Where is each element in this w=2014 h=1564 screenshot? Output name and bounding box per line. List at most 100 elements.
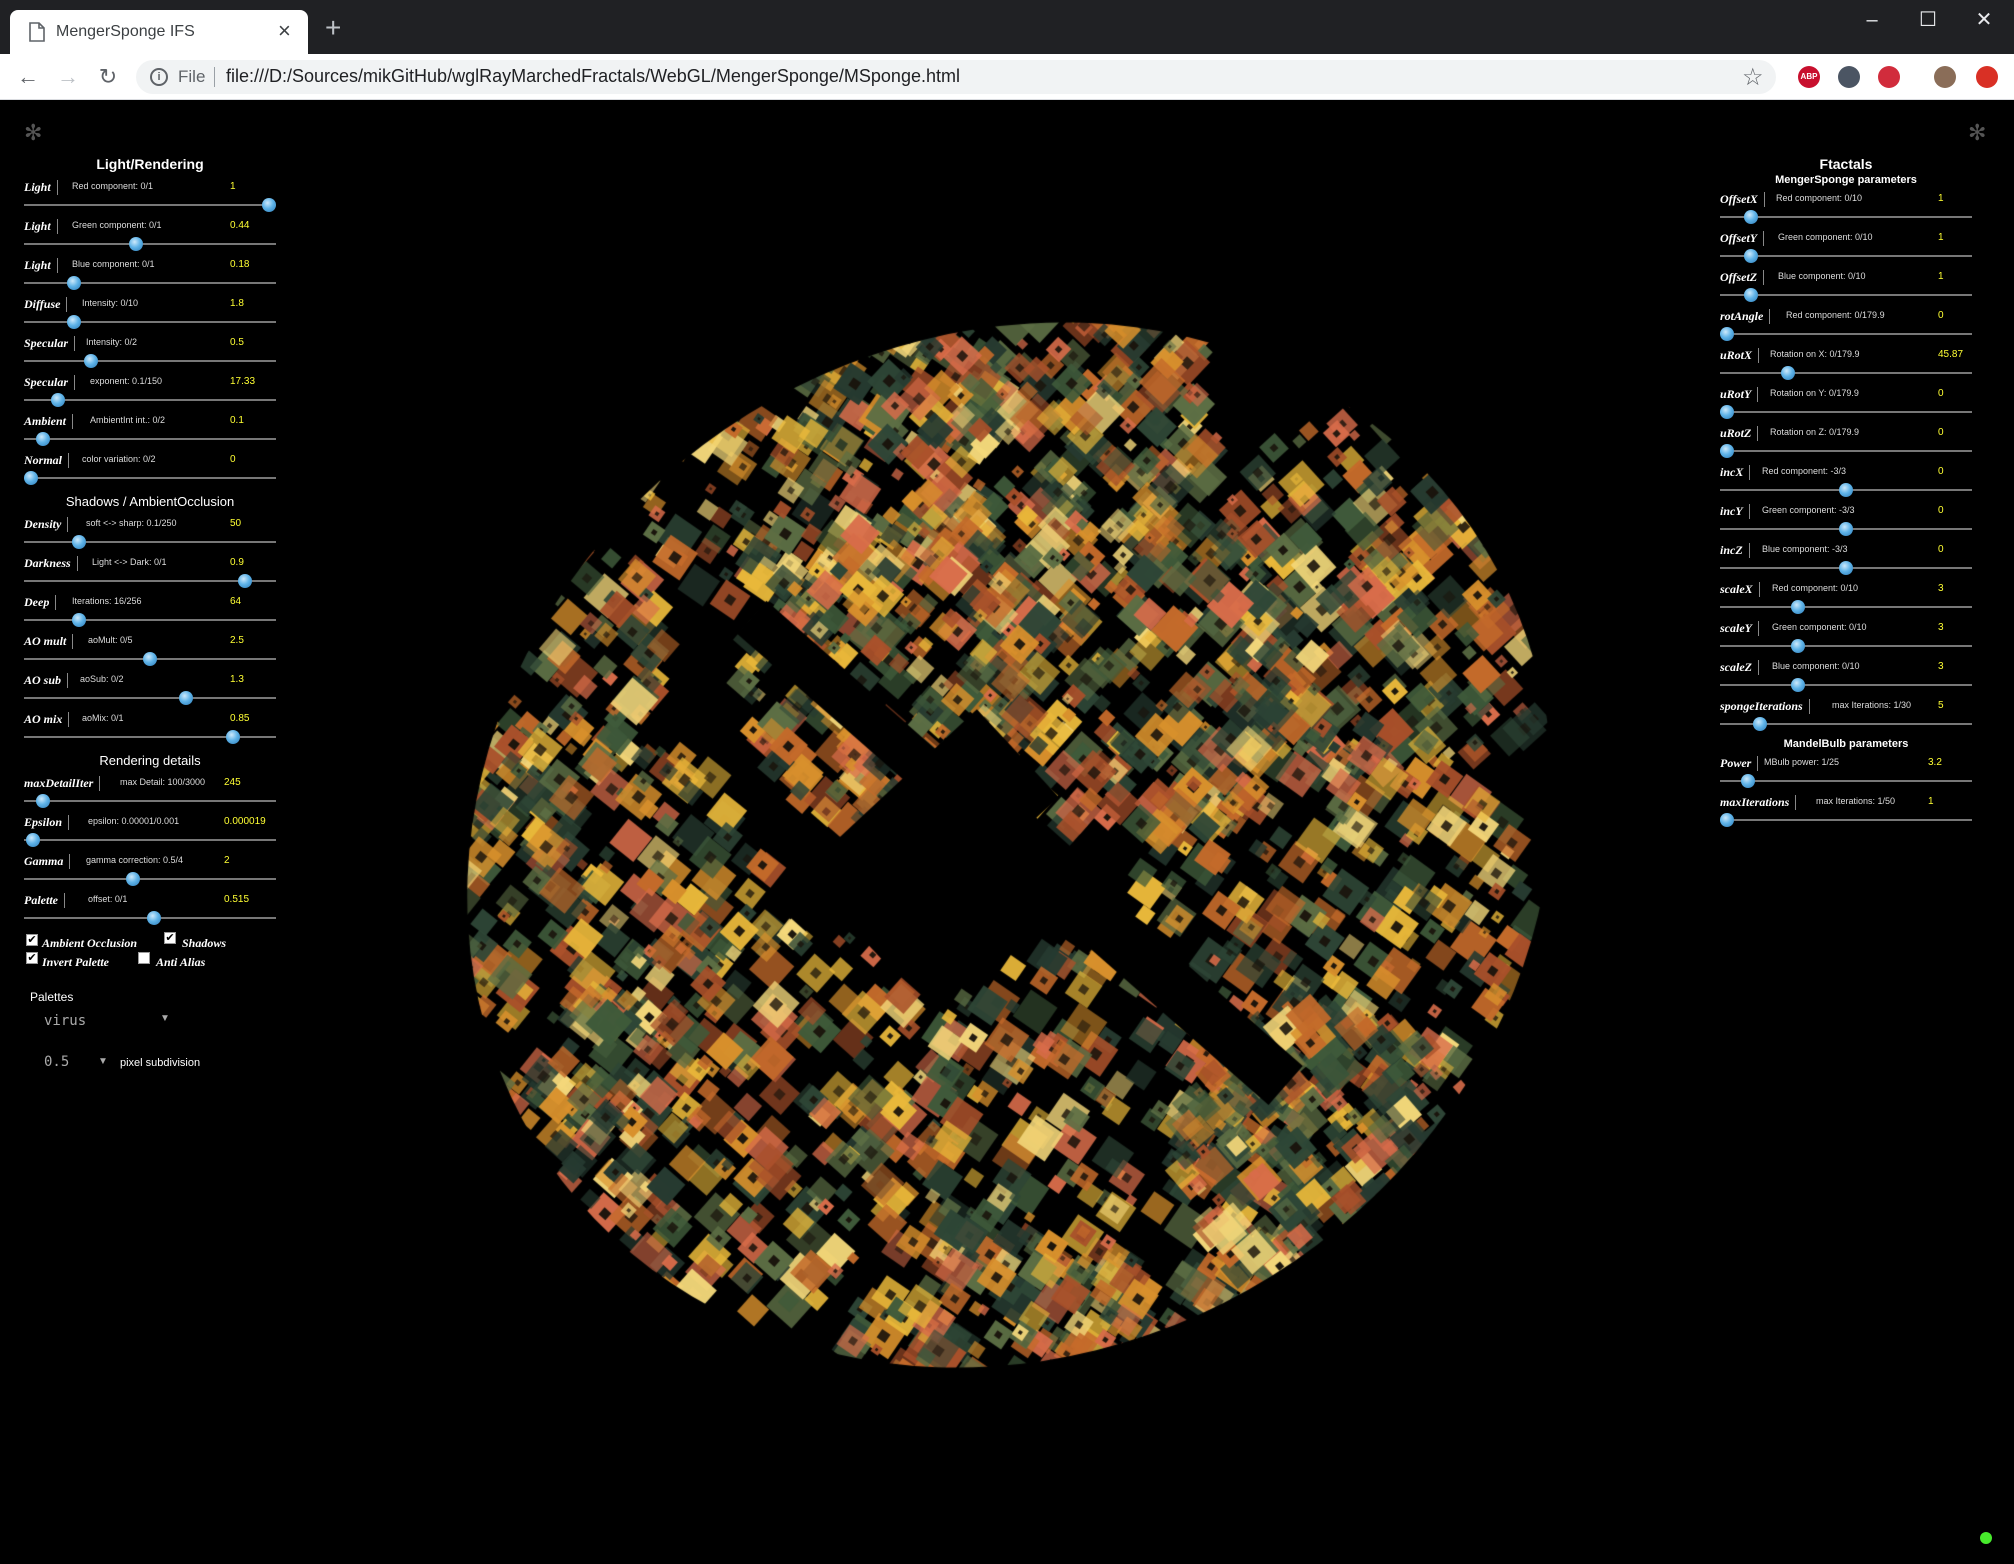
slider-track[interactable] bbox=[1720, 294, 1972, 296]
slider-track[interactable] bbox=[24, 878, 276, 880]
slider-thumb[interactable] bbox=[1780, 366, 1795, 380]
url-text[interactable]: file:///D:/Sources/mikGitHub/wglRayMarch… bbox=[226, 66, 960, 87]
maximize-icon[interactable]: ☐ bbox=[1908, 8, 1948, 32]
slider-thumb[interactable] bbox=[226, 730, 241, 744]
site-info-icon[interactable]: i bbox=[150, 68, 168, 86]
slider-track[interactable] bbox=[24, 477, 276, 479]
slider-thumb[interactable] bbox=[146, 911, 161, 925]
slider-thumb[interactable] bbox=[1743, 210, 1758, 224]
update-icon[interactable] bbox=[1976, 66, 1998, 88]
slider-thumb[interactable] bbox=[1791, 600, 1806, 614]
fractal-canvas[interactable] bbox=[0, 100, 2014, 1564]
slider-thumb[interactable] bbox=[178, 691, 193, 705]
palette-select[interactable]: virus bbox=[44, 1013, 174, 1033]
slider-track[interactable] bbox=[24, 438, 276, 440]
slider-thumb[interactable] bbox=[128, 237, 143, 251]
param-description: Intensity: 0/10 bbox=[82, 298, 139, 308]
new-tab-icon[interactable]: + bbox=[325, 14, 341, 42]
slider-track[interactable] bbox=[1720, 819, 1972, 821]
reload-icon[interactable]: ↻ bbox=[94, 63, 122, 91]
slider-track[interactable] bbox=[24, 800, 276, 802]
slider-thumb[interactable] bbox=[1791, 639, 1806, 653]
slider-track[interactable] bbox=[24, 204, 276, 206]
slider-thumb[interactable] bbox=[66, 315, 81, 329]
slider-thumb[interactable] bbox=[126, 872, 141, 886]
slider-thumb[interactable] bbox=[1720, 405, 1734, 419]
slider-track[interactable] bbox=[1720, 780, 1972, 782]
slider-thumb[interactable] bbox=[262, 198, 276, 212]
slider-thumb[interactable] bbox=[35, 432, 50, 446]
left-settings-icon[interactable]: ✻ bbox=[24, 120, 42, 146]
param-description: gamma correction: 0.5/4 bbox=[86, 855, 184, 865]
close-window-icon[interactable]: ✕ bbox=[1964, 8, 2004, 32]
slider-track[interactable] bbox=[24, 839, 276, 841]
pocket-icon[interactable] bbox=[1878, 66, 1900, 88]
slider-thumb[interactable] bbox=[1741, 774, 1756, 788]
slider-thumb[interactable] bbox=[1743, 288, 1758, 302]
close-tab-icon[interactable]: × bbox=[278, 19, 291, 43]
slider-thumb[interactable] bbox=[143, 652, 157, 666]
slider-thumb[interactable] bbox=[1791, 678, 1806, 692]
slider-thumb[interactable] bbox=[1839, 522, 1853, 536]
slider-track[interactable] bbox=[1720, 333, 1972, 335]
param-row: Light Green component: 0/1 0.44 bbox=[24, 217, 276, 256]
slider-thumb[interactable] bbox=[1839, 561, 1853, 575]
slider-track[interactable] bbox=[24, 541, 276, 543]
forward-icon[interactable]: → bbox=[54, 63, 82, 91]
slider-thumb[interactable] bbox=[1720, 327, 1734, 341]
subdivision-dropdown-icon[interactable]: ▼ bbox=[98, 1056, 108, 1067]
ambient-occlusion-checkbox[interactable]: ✔ bbox=[26, 934, 38, 946]
slider-track[interactable] bbox=[24, 619, 276, 621]
param-name: scaleZ bbox=[1720, 660, 1759, 675]
browser-tab[interactable]: MengerSponge IFS × bbox=[10, 10, 308, 54]
subdivision-select[interactable]: 0.5 bbox=[44, 1054, 69, 1070]
slider-track[interactable] bbox=[24, 360, 276, 362]
avatar-icon[interactable] bbox=[1934, 66, 1956, 88]
screen-reader-icon[interactable] bbox=[1838, 66, 1860, 88]
slider-track[interactable] bbox=[1720, 216, 1972, 218]
slider-track[interactable] bbox=[1720, 372, 1972, 374]
slider-track[interactable] bbox=[1720, 645, 1972, 647]
slider-thumb[interactable] bbox=[1743, 249, 1758, 263]
subdivision-label: pixel subdivision bbox=[120, 1057, 201, 1069]
slider-thumb[interactable] bbox=[1753, 717, 1768, 731]
slider-thumb[interactable] bbox=[1839, 483, 1853, 497]
param-row: Ambient AmbientInt int.: 0/2 0.1 bbox=[24, 412, 276, 451]
slider-track[interactable] bbox=[24, 282, 276, 284]
anti-alias-checkbox[interactable] bbox=[138, 952, 150, 964]
page-icon bbox=[29, 22, 45, 42]
shadows-checkbox[interactable]: ✔ bbox=[164, 932, 176, 944]
page-content: ✻ ✻ Light/Rendering Light Red component: … bbox=[0, 100, 2014, 1564]
invert-palette-checkbox[interactable]: ✔ bbox=[26, 952, 38, 964]
right-settings-icon[interactable]: ✻ bbox=[1968, 120, 1986, 146]
slider-thumb[interactable] bbox=[24, 471, 38, 485]
slider-thumb[interactable] bbox=[26, 833, 41, 847]
address-bar[interactable]: i File file:///D:/Sources/mikGitHub/wglR… bbox=[136, 60, 1776, 94]
slider-track[interactable] bbox=[24, 243, 276, 245]
back-icon[interactable]: ← bbox=[14, 63, 42, 91]
param-value: 1 bbox=[1938, 232, 1944, 243]
slider-thumb[interactable] bbox=[238, 574, 253, 588]
slider-track[interactable] bbox=[1720, 450, 1972, 452]
slider-thumb[interactable] bbox=[83, 354, 98, 368]
slider-thumb[interactable] bbox=[1720, 813, 1734, 827]
slider-track[interactable] bbox=[24, 321, 276, 323]
slider-thumb[interactable] bbox=[71, 535, 86, 549]
param-description: max Detail: 100/3000 bbox=[120, 777, 206, 787]
slider-track[interactable] bbox=[24, 697, 276, 699]
bookmark-star-icon[interactable]: ☆ bbox=[1742, 63, 1764, 92]
minimize-icon[interactable]: – bbox=[1852, 8, 1892, 32]
slider-track[interactable] bbox=[1720, 255, 1972, 257]
slider-thumb[interactable] bbox=[51, 393, 66, 407]
slider-track[interactable] bbox=[1720, 606, 1972, 608]
slider-track[interactable] bbox=[1720, 684, 1972, 686]
param-row: spongeIterations max Iterations: 1/30 5 bbox=[1720, 697, 1972, 736]
adblock-icon[interactable]: ABP bbox=[1798, 66, 1820, 88]
palette-dropdown-icon[interactable]: ▼ bbox=[160, 1013, 170, 1024]
slider-thumb[interactable] bbox=[35, 794, 50, 808]
slider-thumb[interactable] bbox=[66, 276, 81, 290]
slider-thumb[interactable] bbox=[71, 613, 86, 627]
param-value: 64 bbox=[230, 596, 242, 607]
slider-thumb[interactable] bbox=[1720, 444, 1734, 458]
slider-track[interactable] bbox=[1720, 411, 1972, 413]
